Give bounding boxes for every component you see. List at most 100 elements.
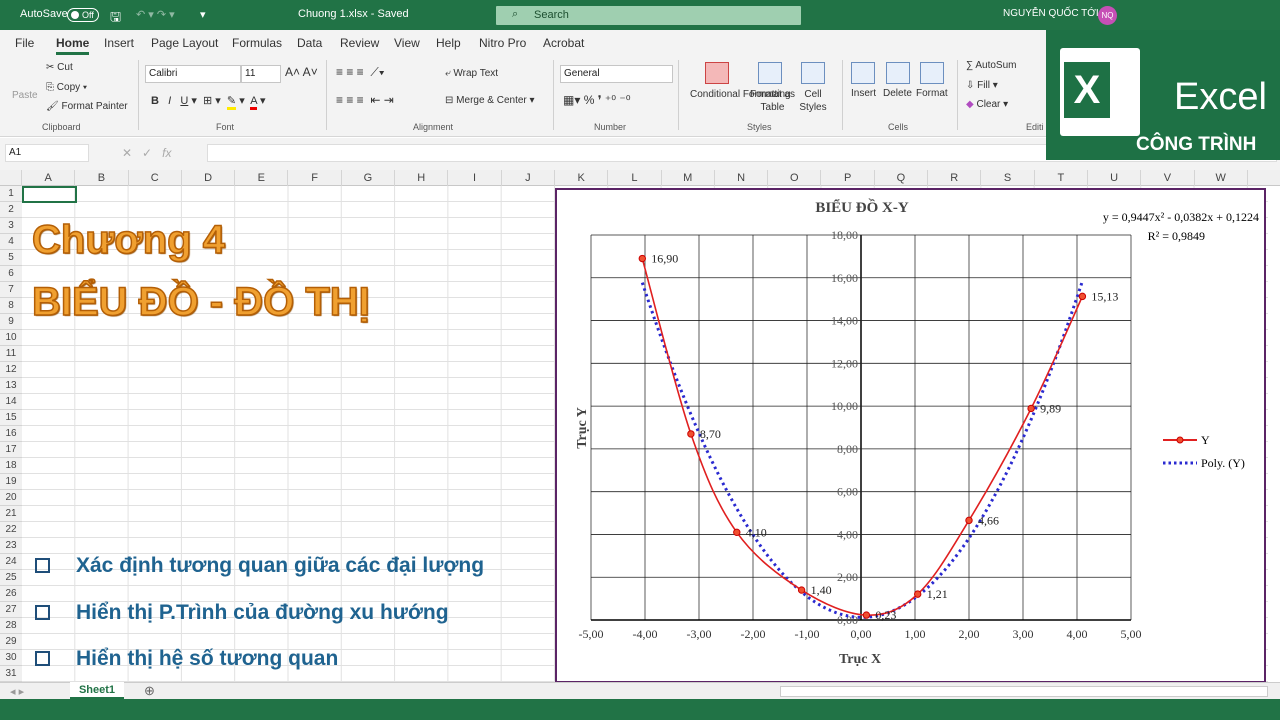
row-header[interactable]: 30 [0,650,22,666]
font-format-buttons[interactable]: B I U ▾ ⊞ ▾ ✎ ▾ A ▾ [151,94,266,110]
row-header[interactable]: 19 [0,474,22,490]
row-header[interactable]: 17 [0,442,22,458]
row-header[interactable]: 1 [0,186,22,202]
format-table-button[interactable]: Format as Table [750,88,795,114]
name-box[interactable]: A1 [5,144,89,162]
align-buttons-2[interactable]: ≡ ≡ ≡ ⇤ ⇥ [336,93,394,107]
number-buttons[interactable]: ▦▾ % ❜ ⁺⁰ ⁻⁰ [563,93,631,107]
column-header[interactable]: F [289,170,342,186]
row-header[interactable]: 25 [0,570,22,586]
insert-button[interactable]: Insert [851,88,876,99]
sheet-nav-arrows[interactable]: ◂ ▸ [10,685,24,698]
column-header[interactable]: J [502,170,555,186]
row-header[interactable]: 24 [0,554,22,570]
column-header[interactable]: D [182,170,236,186]
format-painter-button[interactable]: 🖌 Format Painter [46,101,128,112]
tab-view[interactable]: View [394,36,420,50]
row-header[interactable]: 29 [0,634,22,650]
format-table-icon[interactable] [758,62,782,84]
column-header[interactable]: L [608,170,662,186]
column-header[interactable]: S [981,170,1035,186]
font-size-buttons[interactable]: A˄ A˅ [285,65,318,79]
format-button[interactable]: Format [916,88,948,99]
column-header[interactable]: O [768,170,822,186]
autosum-button[interactable]: ∑ AutoSum [966,60,1017,71]
column-header[interactable]: N [715,170,769,186]
font-name-select[interactable]: Calibri [145,65,241,83]
formula-buttons[interactable]: ✕ ✓ fx [122,146,171,160]
row-header[interactable]: 6 [0,266,22,282]
merge-center-button[interactable]: ⊟ Merge & Center ▾ [445,95,535,106]
column-header[interactable]: H [395,170,449,186]
column-header[interactable]: W [1195,170,1248,186]
tab-page-layout[interactable]: Page Layout [151,36,218,50]
cell-styles-icon[interactable] [801,62,825,84]
row-header[interactable]: 3 [0,218,22,234]
save-icon[interactable]: 🖫 [110,8,121,30]
column-header[interactable]: T [1035,170,1088,186]
search-box[interactable]: ⌕ Search [496,6,801,25]
row-header[interactable]: 8 [0,298,22,314]
avatar[interactable]: NQ [1098,6,1117,25]
row-header[interactable]: 23 [0,538,22,554]
customize-icon[interactable]: ▾ [200,8,206,21]
cut-button[interactable]: ✂ Cut [46,62,73,73]
row-header[interactable]: 10 [0,330,22,346]
column-header[interactable]: I [448,170,502,186]
column-header[interactable]: Q [875,170,929,186]
row-header[interactable]: 20 [0,490,22,506]
column-header[interactable]: M [662,170,715,186]
row-header[interactable]: 28 [0,618,22,634]
column-header[interactable]: K [555,170,609,186]
tab-file[interactable]: File [15,36,34,50]
paste-button[interactable]: Paste [12,90,38,101]
tab-insert[interactable]: Insert [104,36,134,50]
tab-nitro[interactable]: Nitro Pro [479,36,526,50]
sheet-tab-sheet1[interactable]: Sheet1 [70,682,124,699]
row-header[interactable]: 15 [0,410,22,426]
row-header[interactable]: 13 [0,378,22,394]
row-header[interactable]: 12 [0,362,22,378]
column-header[interactable]: C [129,170,182,186]
row-header[interactable]: 16 [0,426,22,442]
insert-cells-icon[interactable] [851,62,875,84]
undo-icon[interactable]: ↶ ▾ ↷ ▾ [136,8,175,21]
horizontal-scrollbar[interactable] [780,686,1268,697]
add-sheet-icon[interactable]: ⊕ [144,683,155,699]
row-header[interactable]: 26 [0,586,22,602]
fill-button[interactable]: ⇩ Fill ▾ [966,80,998,91]
font-size-select[interactable]: 11 [241,65,281,83]
align-buttons[interactable]: ≡ ≡ ≡ ⟋▾ [336,65,385,80]
column-header[interactable]: B [75,170,129,186]
row-header[interactable]: 21 [0,506,22,522]
row-header[interactable]: 14 [0,394,22,410]
column-header[interactable]: A [22,170,76,186]
tab-review[interactable]: Review [340,36,379,50]
legend[interactable]: Y Poly. (Y) [1163,433,1245,470]
row-header[interactable]: 22 [0,522,22,538]
row-header[interactable]: 5 [0,250,22,266]
tab-data[interactable]: Data [297,36,322,50]
column-header[interactable]: E [235,170,289,186]
row-header[interactable]: 7 [0,282,22,298]
number-format-select[interactable]: General [560,65,673,83]
row-header[interactable]: 9 [0,314,22,330]
column-header[interactable]: V [1141,170,1195,186]
tab-help[interactable]: Help [436,36,461,50]
row-header[interactable]: 31 [0,666,22,682]
chart[interactable]: -5,00 -4,00 -3,00 -2,00 -1,00 0,00 1,00 2,00 3,0… [555,188,1266,683]
clear-button[interactable]: ◆ Clear ▾ [966,99,1008,110]
wrap-text-button[interactable]: ⤶ Wrap Text [445,68,498,79]
delete-button[interactable]: Delete [883,88,912,99]
select-all[interactable] [0,170,22,186]
tab-home[interactable]: Home [56,36,90,55]
autosave-toggle[interactable]: Off [67,8,99,22]
tab-formulas[interactable]: Formulas [232,36,282,50]
column-header[interactable]: G [342,170,396,186]
row-header[interactable]: 18 [0,458,22,474]
column-header[interactable]: U [1088,170,1142,186]
column-header[interactable]: R [928,170,982,186]
active-cell[interactable] [22,186,77,203]
column-header[interactable]: P [822,170,875,186]
tab-acrobat[interactable]: Acrobat [543,36,584,50]
